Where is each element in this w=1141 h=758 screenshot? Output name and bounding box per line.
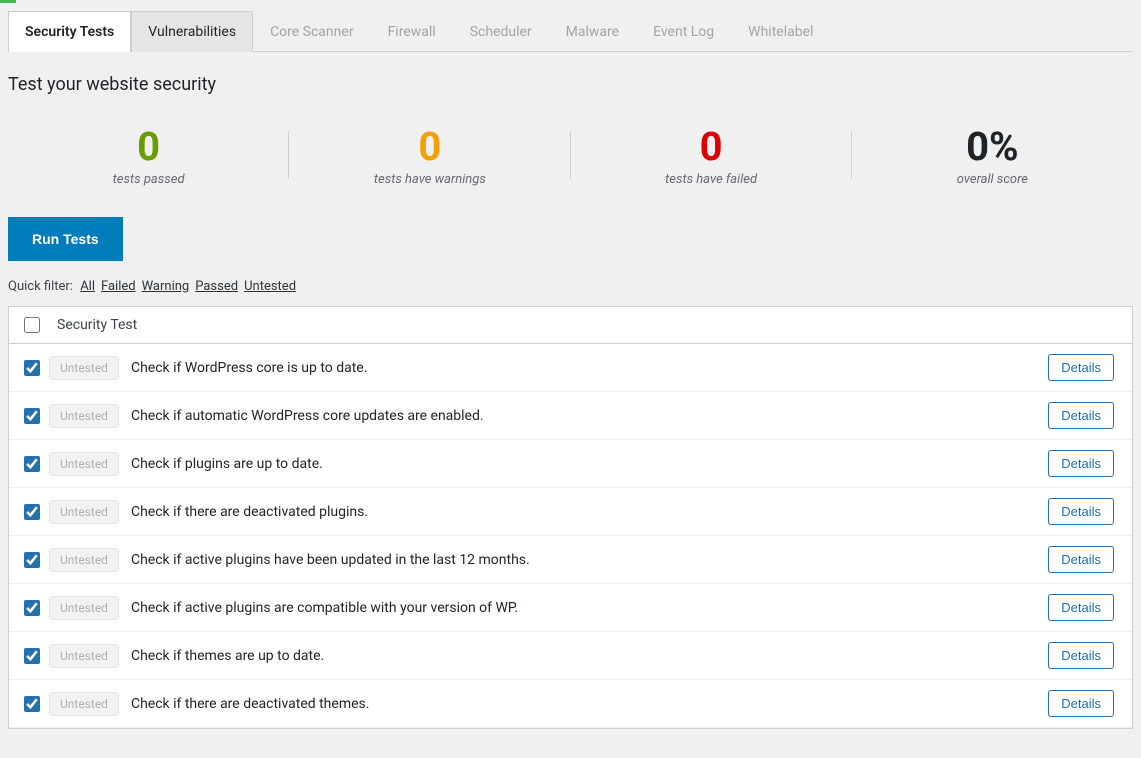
tab-scheduler[interactable]: Scheduler xyxy=(453,11,549,52)
quick-filter-label: Quick filter: xyxy=(8,279,73,294)
status-badge: Untested xyxy=(49,548,119,572)
filter-link-warning[interactable]: Warning xyxy=(142,279,190,294)
test-description: Check if active plugins are compatible w… xyxy=(131,600,1048,616)
table-row: Untested Check if plugins are up to date.… xyxy=(9,440,1132,488)
details-button[interactable]: Details xyxy=(1048,642,1114,669)
status-badge: Untested xyxy=(49,356,119,380)
stat-failed-label: tests have failed xyxy=(571,172,852,187)
table-row: Untested Check if automatic WordPress cor… xyxy=(9,392,1132,440)
table-row: Untested Check if there are deactivated p… xyxy=(9,488,1132,536)
status-badge: Untested xyxy=(49,452,119,476)
table-row: Untested Check if active plugins have bee… xyxy=(9,536,1132,584)
row-checkbox[interactable] xyxy=(24,408,40,424)
table-row: Untested Check if WordPress core is up to… xyxy=(9,344,1132,392)
test-description: Check if WordPress core is up to date. xyxy=(131,360,1048,376)
test-description: Check if there are deactivated themes. xyxy=(131,696,1048,712)
table-row: Untested Check if there are deactivated t… xyxy=(9,680,1132,728)
details-button[interactable]: Details xyxy=(1048,594,1114,621)
stat-warnings-value: 0 xyxy=(289,123,570,170)
table-row: Untested Check if themes are up to date.D… xyxy=(9,632,1132,680)
run-tests-button[interactable]: Run Tests xyxy=(8,217,123,261)
tab-core-scanner[interactable]: Core Scanner xyxy=(253,11,371,52)
filter-link-failed[interactable]: Failed xyxy=(101,279,136,294)
details-button[interactable]: Details xyxy=(1048,498,1114,525)
status-badge: Untested xyxy=(49,596,119,620)
filter-link-all[interactable]: All xyxy=(80,279,95,294)
status-badge: Untested xyxy=(49,644,119,668)
row-checkbox[interactable] xyxy=(24,504,40,520)
details-button[interactable]: Details xyxy=(1048,546,1114,573)
stats-row: 0 tests passed 0 tests have warnings 0 t… xyxy=(8,113,1133,217)
tests-table: Security Test Untested Check if WordPress… xyxy=(8,306,1133,729)
stat-passed: 0 tests passed xyxy=(8,123,289,187)
stat-failed: 0 tests have failed xyxy=(571,123,852,187)
filter-link-passed[interactable]: Passed xyxy=(195,279,238,294)
stat-score-value: 0% xyxy=(852,123,1133,170)
test-description: Check if themes are up to date. xyxy=(131,648,1048,664)
test-description: Check if plugins are up to date. xyxy=(131,456,1048,472)
stat-warnings: 0 tests have warnings xyxy=(289,123,570,187)
row-checkbox[interactable] xyxy=(24,552,40,568)
stat-warnings-label: tests have warnings xyxy=(289,172,570,187)
status-badge: Untested xyxy=(49,404,119,428)
tabs-bar: Security TestsVulnerabilitiesCore Scanne… xyxy=(8,11,1133,52)
details-button[interactable]: Details xyxy=(1048,450,1114,477)
tab-security-tests[interactable]: Security Tests xyxy=(8,11,131,52)
filter-link-untested[interactable]: Untested xyxy=(244,279,296,294)
row-checkbox[interactable] xyxy=(24,456,40,472)
test-description: Check if there are deactivated plugins. xyxy=(131,504,1048,520)
table-row: Untested Check if active plugins are comp… xyxy=(9,584,1132,632)
row-checkbox[interactable] xyxy=(24,360,40,376)
tab-whitelabel[interactable]: Whitelabel xyxy=(731,11,830,52)
details-button[interactable]: Details xyxy=(1048,354,1114,381)
table-header: Security Test xyxy=(9,307,1132,344)
stat-passed-label: tests passed xyxy=(8,172,289,187)
quick-filter: Quick filter: All Failed Warning Passed Unte… xyxy=(8,279,1133,294)
test-description: Check if active plugins have been update… xyxy=(131,552,1048,568)
page-heading: Test your website security xyxy=(8,74,1133,95)
tab-malware[interactable]: Malware xyxy=(549,11,636,52)
stat-score: 0% overall score xyxy=(852,123,1133,187)
test-description: Check if automatic WordPress core update… xyxy=(131,408,1048,424)
status-badge: Untested xyxy=(49,500,119,524)
row-checkbox[interactable] xyxy=(24,696,40,712)
stat-passed-value: 0 xyxy=(8,123,289,170)
details-button[interactable]: Details xyxy=(1048,690,1114,717)
stat-score-label: overall score xyxy=(852,172,1133,187)
row-checkbox[interactable] xyxy=(24,600,40,616)
details-button[interactable]: Details xyxy=(1048,402,1114,429)
status-badge: Untested xyxy=(49,692,119,716)
table-header-label: Security Test xyxy=(57,317,137,333)
stat-failed-value: 0 xyxy=(571,123,852,170)
row-checkbox[interactable] xyxy=(24,648,40,664)
tab-firewall[interactable]: Firewall xyxy=(371,11,453,52)
select-all-checkbox[interactable] xyxy=(24,317,40,333)
tab-event-log[interactable]: Event Log xyxy=(636,11,731,52)
tab-vulnerabilities[interactable]: Vulnerabilities xyxy=(131,11,253,52)
